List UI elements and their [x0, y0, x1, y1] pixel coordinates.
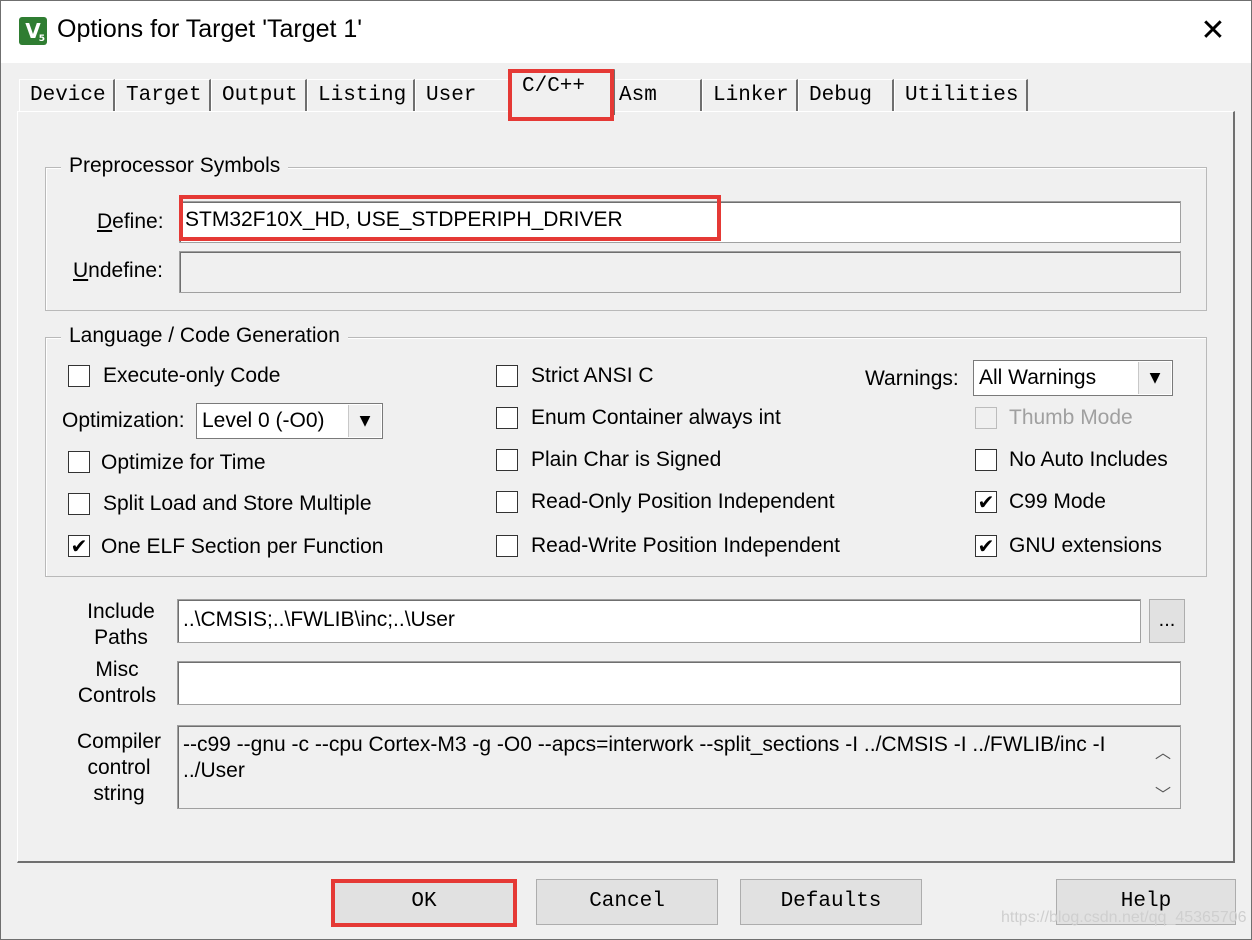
enum-container-label: Enum Container always int	[531, 406, 781, 429]
tab-debug[interactable]: Debug	[798, 79, 894, 111]
define-label: Define:	[97, 210, 164, 233]
window-title: Options for Target 'Target 1'	[57, 15, 363, 43]
tab-strip: Device Target Output Listing User C/C++ …	[1, 63, 1251, 115]
strict-ansi-checkbox[interactable]	[496, 365, 518, 387]
execute-only-checkbox[interactable]	[68, 365, 90, 387]
optimize-time-checkbox[interactable]	[68, 451, 90, 473]
gnu-extensions-checkbox[interactable]: ✔	[975, 535, 997, 557]
rw-position-independent-label: Read-Write Position Independent	[531, 534, 840, 557]
undefine-label: Undefine:	[73, 259, 163, 282]
chevron-down-icon[interactable]: ▼	[1138, 362, 1171, 394]
misc-controls-label: Misc Controls	[57, 657, 177, 709]
defaults-button[interactable]: Defaults	[740, 879, 922, 925]
warnings-value: All Warnings	[979, 366, 1097, 389]
split-load-checkbox[interactable]	[68, 493, 90, 515]
one-elf-label: One ELF Section per Function	[101, 535, 384, 558]
optimization-select[interactable]: Level 0 (-O0) ▼	[196, 403, 383, 439]
tab-output[interactable]: Output	[211, 79, 307, 111]
misc-label-line1: Misc	[95, 658, 139, 681]
include-label-line2: Paths	[94, 626, 148, 649]
optimization-label: Optimization:	[62, 409, 185, 432]
optimize-time-label: Optimize for Time	[101, 451, 266, 474]
chevron-down-icon[interactable]: ▼	[348, 405, 381, 437]
compiler-control-string: --c99 --gnu -c --cpu Cortex-M3 -g -O0 --…	[177, 725, 1181, 809]
tab-linker[interactable]: Linker	[702, 79, 798, 111]
warnings-label: Warnings:	[865, 367, 959, 390]
rw-position-independent-checkbox[interactable]	[496, 535, 518, 557]
tab-c-cpp[interactable]: C/C++	[511, 69, 615, 115]
c99-mode-label: C99 Mode	[1009, 490, 1106, 513]
compiler-control-string-label: Compiler control string	[57, 729, 181, 807]
tab-utilities[interactable]: Utilities	[894, 79, 1028, 111]
include-label-line1: Include	[87, 600, 155, 623]
execute-only-label: Execute-only Code	[103, 364, 281, 387]
thumb-mode-checkbox	[975, 407, 997, 429]
compiler-label-line2: control	[87, 756, 151, 779]
plain-char-checkbox[interactable]	[496, 449, 518, 471]
warnings-select[interactable]: All Warnings ▼	[973, 360, 1173, 396]
cancel-button[interactable]: Cancel	[536, 879, 718, 925]
thumb-mode-label: Thumb Mode	[1009, 406, 1133, 429]
keil-uvision-icon: V5	[19, 17, 47, 45]
scroll-up-icon[interactable]: ︿	[1151, 739, 1175, 762]
language-legend: Language / Code Generation	[61, 324, 348, 348]
tab-user[interactable]: User	[415, 79, 511, 111]
ro-position-independent-label: Read-Only Position Independent	[531, 490, 835, 513]
close-icon[interactable]: ✕	[1191, 11, 1235, 51]
options-dialog: V5 Options for Target 'Target 1' ✕ Devic…	[0, 0, 1252, 940]
browse-button[interactable]: ...	[1149, 599, 1185, 643]
one-elf-checkbox[interactable]: ✔	[68, 535, 90, 557]
misc-label-line2: Controls	[77, 684, 157, 707]
no-auto-includes-checkbox[interactable]	[975, 449, 997, 471]
tab-listing[interactable]: Listing	[307, 79, 415, 111]
compiler-label-line1: Compiler	[76, 730, 162, 753]
scroll-down-icon[interactable]: ﹀	[1151, 781, 1175, 804]
title-bar: V5 Options for Target 'Target 1' ✕	[1, 1, 1251, 63]
preprocessor-legend: Preprocessor Symbols	[61, 154, 289, 178]
tab-device[interactable]: Device	[19, 79, 115, 111]
strict-ansi-label: Strict ANSI C	[531, 364, 654, 387]
misc-controls-input[interactable]	[177, 661, 1181, 705]
optimization-value: Level 0 (-O0)	[202, 409, 325, 432]
include-paths-label: Include Paths	[61, 599, 181, 651]
plain-char-label: Plain Char is Signed	[531, 448, 722, 471]
tab-asm[interactable]: Asm	[608, 79, 702, 111]
split-load-label: Split Load and Store Multiple	[103, 492, 372, 515]
include-paths-input[interactable]: ..\CMSIS;..\FWLIB\inc;..\User	[177, 599, 1141, 643]
gnu-extensions-label: GNU extensions	[1009, 534, 1162, 557]
no-auto-includes-label: No Auto Includes	[1009, 448, 1168, 471]
compiler-label-line3: string	[93, 782, 145, 805]
c99-mode-checkbox[interactable]: ✔	[975, 491, 997, 513]
tab-target[interactable]: Target	[115, 79, 211, 111]
define-input[interactable]: STM32F10X_HD, USE_STDPERIPH_DRIVER	[179, 201, 1181, 243]
undefine-input[interactable]	[179, 251, 1181, 293]
ro-position-independent-checkbox[interactable]	[496, 491, 518, 513]
watermark: https://blog.csdn.net/qq_45365706	[1001, 909, 1247, 926]
enum-container-checkbox[interactable]	[496, 407, 518, 429]
ok-button[interactable]: OK	[334, 879, 514, 925]
